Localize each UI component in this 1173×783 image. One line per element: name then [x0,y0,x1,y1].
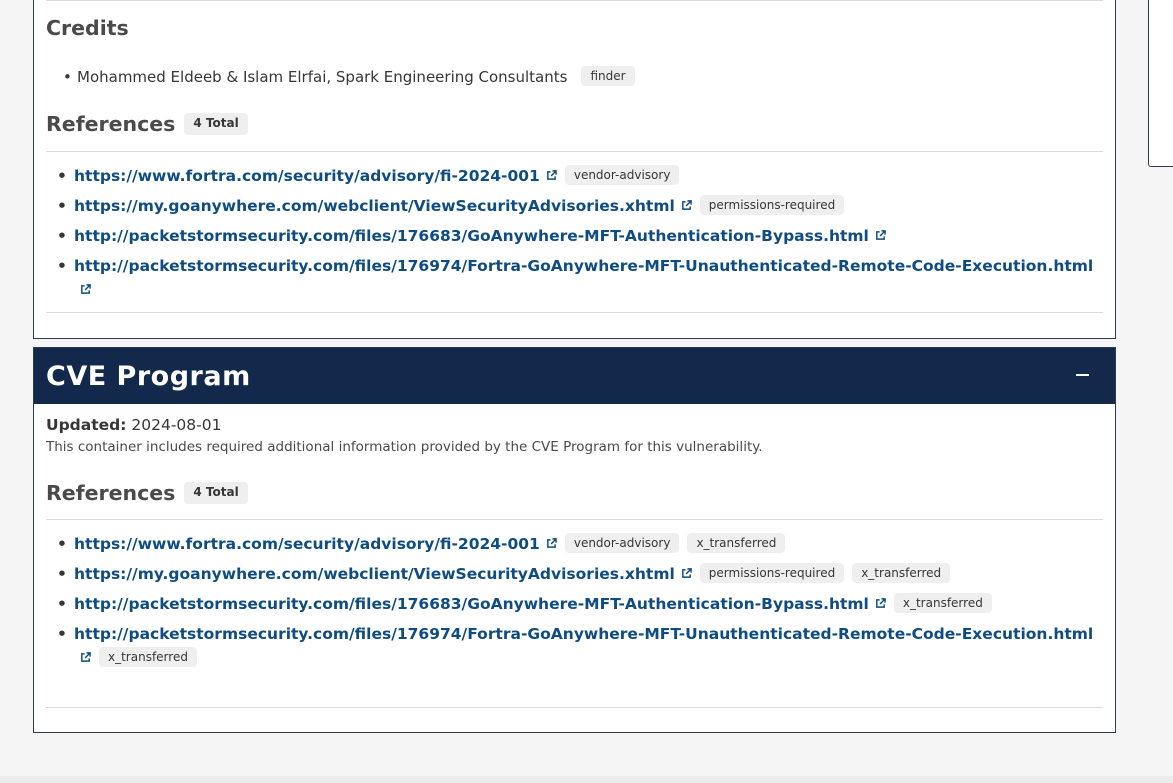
references-heading: References 4 Total [46,112,248,136]
reference-link[interactable]: http://packetstormsecurity.com/files/176… [74,595,869,613]
reference-tag: x_transferred [852,563,951,584]
external-link-icon [875,592,886,608]
references-list: https://www.fortra.com/security/advisory… [57,532,1099,670]
references-heading-text: References [46,481,176,505]
cve-program-title: CVE Program [46,360,251,392]
credit-item: • Mohammed Eldeeb & Islam Elrfai, Spark E… [63,66,635,87]
reference-item: https://my.goanywhere.com/webclient/View… [57,194,1099,218]
divider [46,151,1103,152]
credits-heading-text: Credits [46,16,129,40]
reference-link[interactable]: https://www.fortra.com/security/advisory… [74,167,540,185]
external-link-icon [80,646,91,662]
reference-item: https://my.goanywhere.com/webclient/View… [57,562,1099,586]
reference-link[interactable]: https://my.goanywhere.com/webclient/View… [74,197,675,215]
external-link-icon [681,194,692,210]
references-count-tag: 4 Total [184,482,248,504]
divider [46,519,1103,520]
references-heading: References 4 Total [46,481,248,505]
bullet: • [63,68,72,86]
references-count-tag: 4 Total [184,113,248,135]
reference-item: http://packetstormsecurity.com/files/176… [57,592,1099,616]
external-link-icon [546,532,557,548]
divider [46,0,1103,1]
references-heading-text: References [46,112,176,136]
external-link-icon [80,278,91,294]
updated-line: Updated: 2024-08-01 [46,416,221,434]
reference-link[interactable]: http://packetstormsecurity.com/files/176… [74,257,1093,275]
reference-tag: vendor-advisory [564,165,680,186]
reference-tag: x_transferred [687,533,786,554]
reference-link[interactable]: http://packetstormsecurity.com/files/176… [74,227,869,245]
reference-link[interactable]: http://packetstormsecurity.com/files/176… [74,625,1093,643]
sidebar-panel-edge [1148,0,1173,167]
credits-heading: Credits [46,16,129,40]
reference-item: http://packetstormsecurity.com/files/176… [57,254,1099,302]
credit-name: Mohammed Eldeeb & Islam Elrfai, Spark En… [77,68,568,86]
reference-item: https://www.fortra.com/security/advisory… [57,532,1099,556]
reference-tag: permissions-required [699,563,845,584]
reference-tag: permissions-required [699,195,845,216]
credit-role-tag: finder [581,66,635,87]
cve-program-header[interactable]: CVE Program [34,348,1115,404]
page: Credits • Mohammed Eldeeb & Islam Elrfai,… [0,0,1173,783]
external-link-icon [875,224,886,240]
container-description: This container includes required additio… [46,439,763,455]
reference-item: https://www.fortra.com/security/advisory… [57,164,1099,188]
reference-tag: vendor-advisory [564,533,680,554]
external-link-icon [681,562,692,578]
reference-item: http://packetstormsecurity.com/files/176… [57,224,1099,248]
footer-strip [0,776,1173,783]
cve-program-container: CVE Program Updated: 2024-08-01 This con… [33,347,1116,733]
reference-link[interactable]: https://my.goanywhere.com/webclient/View… [74,565,675,583]
divider [46,312,1103,313]
external-link-icon [546,164,557,180]
divider [46,707,1103,708]
reference-link[interactable]: https://www.fortra.com/security/advisory… [74,535,540,553]
reference-tag: x_transferred [99,647,197,668]
minus-icon[interactable] [1075,368,1089,382]
reference-tag: x_transferred [893,593,992,614]
cna-container: Credits • Mohammed Eldeeb & Islam Elrfai,… [33,0,1116,339]
reference-item: http://packetstormsecurity.com/files/176… [57,622,1099,670]
references-list: https://www.fortra.com/security/advisory… [57,164,1099,302]
updated-label: Updated: [46,416,127,434]
updated-date: 2024-08-01 [131,416,222,434]
